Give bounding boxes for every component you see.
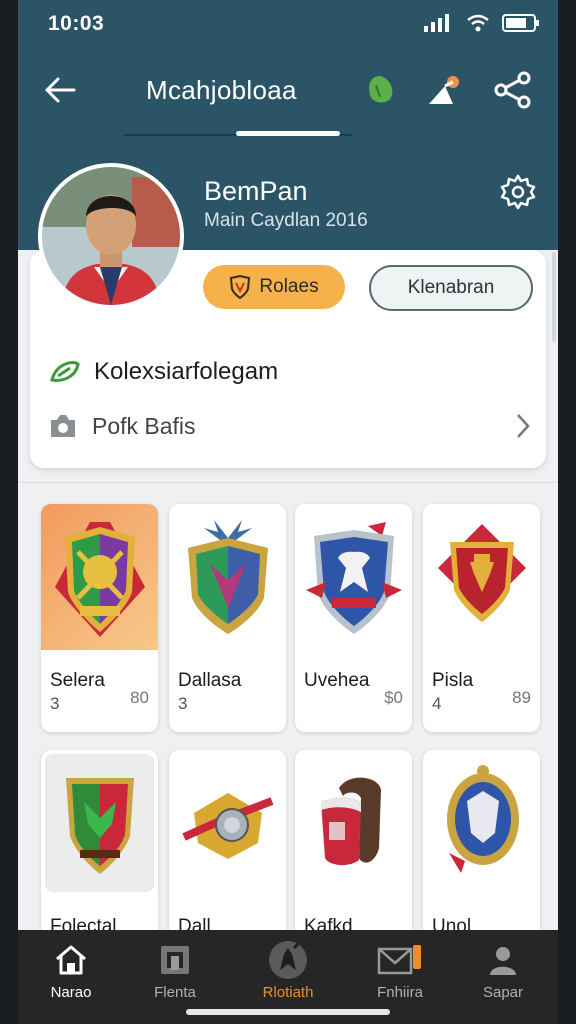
avatar[interactable] xyxy=(38,163,184,309)
camera-icon xyxy=(51,415,75,437)
nav-collection[interactable]: Flenta xyxy=(130,940,220,1010)
blue-oval-crest-icon xyxy=(446,765,519,873)
item-card[interactable]: Dallasa 3 xyxy=(169,504,286,732)
item-price: 89 xyxy=(512,688,531,707)
green-blue-shield-icon xyxy=(187,520,268,634)
collection-leaf-icon xyxy=(50,361,80,382)
roles-button-label: Rolaes xyxy=(259,276,319,297)
bafis-label: Pofk Bafis xyxy=(92,412,196,439)
chat-button[interactable] xyxy=(358,68,402,112)
secondary-button[interactable]: Klenabran xyxy=(369,265,533,311)
warrior-icon xyxy=(269,941,307,979)
home-icon xyxy=(56,945,86,975)
profile-icon xyxy=(490,947,516,975)
battery-icon xyxy=(502,14,539,32)
item-name: Dallasa xyxy=(178,670,242,691)
red-gold-crest-icon xyxy=(437,524,526,622)
share-button[interactable] xyxy=(491,68,535,112)
item-name: Selera xyxy=(50,670,105,691)
item-count: 4 xyxy=(432,694,442,713)
mark-button[interactable] xyxy=(421,68,465,112)
nav-mail-label: Fnhiira xyxy=(377,984,423,1001)
collection-row[interactable]: Kolexsiarfolegam xyxy=(48,358,278,386)
bafis-row[interactable]: Pofk Bafis xyxy=(48,412,532,440)
phone-screen: 10:03 Mcahjobloaa BemPan Main Caydlan 20… xyxy=(18,0,558,1024)
tab-indicator xyxy=(236,131,340,136)
nav-battle[interactable]: Rlotiath xyxy=(243,940,333,1010)
item-price: 80 xyxy=(130,688,149,707)
item-card[interactable]: Selera 3 80 xyxy=(41,504,158,732)
back-arrow-icon xyxy=(45,77,76,103)
profile-subtitle: Main Caydlan 2016 xyxy=(204,210,368,231)
status-bar: 10:03 xyxy=(48,12,540,40)
eagle-shield-icon xyxy=(305,522,402,634)
signal-icon xyxy=(424,14,449,32)
wifi-icon xyxy=(467,14,489,32)
back-button[interactable] xyxy=(40,70,80,110)
item-price: $0 xyxy=(384,688,403,707)
top-nav: Mcahjobloaa xyxy=(18,58,558,122)
settings-button[interactable] xyxy=(496,170,540,214)
secondary-button-label: Klenabran xyxy=(407,277,495,298)
nav-collection-label: Flenta xyxy=(154,984,196,1001)
status-time: 10:03 xyxy=(48,12,105,35)
item-name: Uvehea xyxy=(304,670,370,691)
dragon-shield-icon xyxy=(65,778,134,874)
collection-icon xyxy=(161,946,189,974)
chevron-right-icon xyxy=(517,414,530,438)
shield-badge-icon xyxy=(230,275,251,299)
page-title: Mcahjobloaa xyxy=(146,75,297,105)
gold-medallion-icon xyxy=(181,793,273,859)
gear-icon xyxy=(500,174,536,210)
item-card[interactable]: Uvehea $0 xyxy=(295,504,412,732)
item-count: 3 xyxy=(178,694,188,713)
item-name: Pisla xyxy=(432,670,474,691)
roles-button[interactable]: Rolaes xyxy=(203,265,345,309)
green-purple-shield-icon xyxy=(54,522,145,637)
nav-profile-label: Sapar xyxy=(482,984,524,1001)
nav-mail[interactable]: Fnhiira xyxy=(355,940,445,1010)
nav-home-label: Narao xyxy=(50,984,92,1001)
profile-photo xyxy=(42,167,180,305)
leaf-chat-icon xyxy=(369,76,393,103)
divider xyxy=(18,482,558,483)
nav-battle-label: Rlotiath xyxy=(262,984,314,1001)
nav-profile[interactable]: Sapar xyxy=(458,940,548,1010)
home-indicator[interactable] xyxy=(186,1009,390,1015)
share-icon xyxy=(494,71,531,109)
item-card[interactable]: Pisla 4 89 xyxy=(423,504,540,732)
scrollbar[interactable] xyxy=(552,252,556,342)
nav-home[interactable]: Narao xyxy=(26,940,116,1010)
flag-pin-icon xyxy=(429,76,459,104)
red-bracer-icon xyxy=(320,777,381,866)
profile-name: BemPan xyxy=(204,176,308,206)
mail-icon xyxy=(377,945,421,975)
item-count: 3 xyxy=(50,694,60,713)
collection-label: Kolexsiarfolegam xyxy=(94,358,279,385)
